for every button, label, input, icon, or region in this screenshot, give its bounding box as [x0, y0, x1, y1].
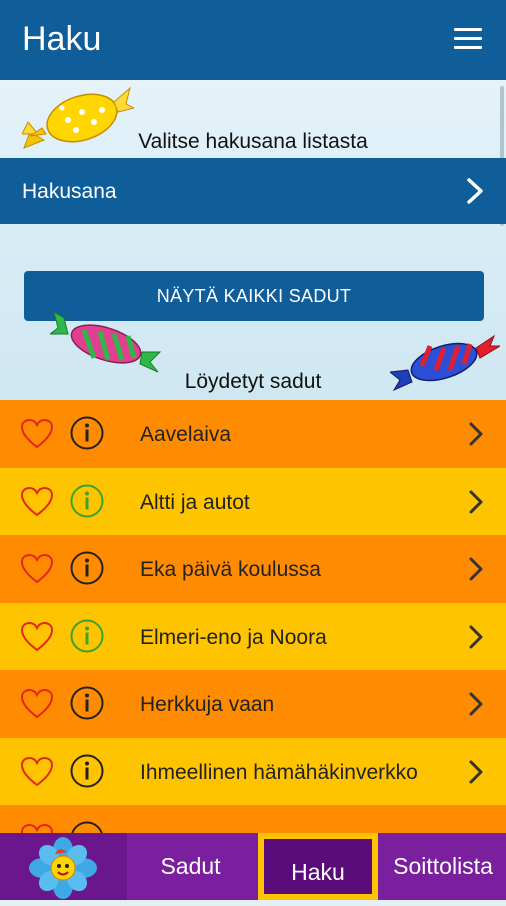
info-icon[interactable]: [70, 484, 104, 518]
info-icon[interactable]: [70, 754, 104, 788]
heart-icon[interactable]: [20, 621, 54, 653]
app-header: Haku: [0, 0, 506, 80]
info-icon[interactable]: [70, 551, 104, 585]
chevron-right-icon: [469, 490, 483, 513]
story-row[interactable]: Eka päivä koulussa: [0, 535, 506, 603]
chevron-right-icon: [469, 625, 483, 648]
story-title: Herkkuja vaan: [140, 693, 275, 716]
chevron-right-icon: [469, 557, 483, 581]
heart-icon[interactable]: [20, 688, 54, 720]
tab-soittolista[interactable]: Soittolista: [380, 833, 506, 900]
hamburger-menu-icon[interactable]: [454, 28, 482, 50]
heart-icon[interactable]: [20, 418, 54, 450]
bottom-navigation: Sadut Haku Soittolista: [0, 833, 506, 900]
search-term-selector[interactable]: Hakusana: [0, 158, 506, 224]
story-row[interactable]: Elmeri-eno ja Noora: [0, 602, 506, 670]
search-term-label: Hakusana: [22, 180, 117, 203]
info-icon[interactable]: [70, 416, 104, 450]
chevron-right-icon: [469, 760, 483, 783]
story-row[interactable]: Ihmeellinen hämähäkinverkko: [0, 737, 506, 805]
heart-icon[interactable]: [20, 553, 54, 585]
chevron-right-icon: [469, 692, 483, 716]
info-icon[interactable]: [70, 619, 104, 653]
info-icon[interactable]: [70, 686, 104, 720]
search-instruction: Valitse hakusana listasta: [138, 130, 368, 153]
heart-icon[interactable]: [20, 486, 54, 518]
story-row[interactable]: Aavelaiva: [0, 400, 506, 468]
flower-logo-icon: [29, 837, 97, 899]
story-title: Altti ja autot: [140, 490, 250, 514]
story-list: Aavelaiva Altti ja autot Eka päivä koulu…: [0, 400, 506, 873]
page-title: Haku: [22, 20, 102, 58]
heart-icon[interactable]: [20, 756, 54, 788]
story-row[interactable]: Altti ja autot: [0, 467, 506, 535]
story-title: Aavelaiva: [140, 423, 232, 446]
story-title: Eka päivä koulussa: [140, 558, 321, 581]
striped-candy-icon: [50, 312, 162, 373]
chevron-right-icon: [467, 178, 483, 204]
results-heading: Löydetyt sadut: [184, 370, 322, 393]
tab-haku[interactable]: Haku: [258, 833, 378, 900]
story-title: Ihmeellinen hämähäkinverkko: [140, 760, 418, 784]
chevron-right-icon: [469, 422, 483, 446]
story-title: Elmeri-eno ja Noora: [140, 625, 327, 649]
tab-sadut[interactable]: Sadut: [127, 833, 254, 900]
story-row[interactable]: Herkkuja vaan: [0, 670, 506, 738]
flower-logo[interactable]: [0, 833, 127, 900]
